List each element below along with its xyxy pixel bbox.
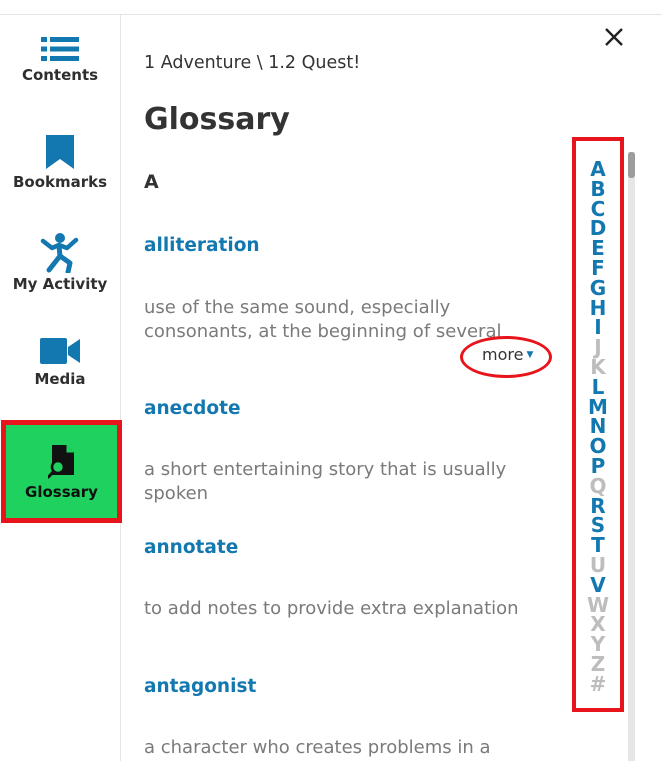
glossary-definition: a character who creates problems in a	[144, 737, 491, 758]
glossary-search-icon	[47, 445, 74, 479]
more-button[interactable]: more ▼	[482, 345, 533, 364]
activity-person-icon	[40, 233, 79, 273]
scrollbar-thumb[interactable]	[628, 152, 635, 178]
glossary-definition: to add notes to provide extra explanatio…	[144, 598, 519, 619]
sidebar-item-glossary[interactable]: Glossary	[1, 420, 122, 523]
sidebar: Contents Bookmarks My Activity Media Glo…	[0, 15, 122, 761]
breadcrumb: 1 Adventure \ 1.2 Quest!	[144, 53, 361, 73]
glossary-definition: use of the same sound, especially conson…	[144, 297, 502, 342]
sidebar-item-label: Media	[34, 370, 86, 388]
video-camera-icon	[40, 338, 80, 364]
sidebar-item-bookmarks[interactable]: Bookmarks	[0, 135, 120, 191]
sidebar-item-label: Contents	[21, 66, 99, 84]
sidebar-item-contents[interactable]: Contents	[0, 37, 120, 84]
sidebar-item-label: Glossary	[25, 483, 98, 501]
more-label: more	[482, 345, 524, 364]
close-icon	[605, 28, 623, 46]
sidebar-item-media[interactable]: Media	[0, 338, 120, 388]
sidebar-item-my-activity[interactable]: My Activity	[0, 231, 120, 293]
glossary-term-alliteration[interactable]: alliteration	[144, 235, 260, 256]
glossary-term-antagonist[interactable]: antagonist	[144, 676, 256, 697]
bookmark-icon	[46, 135, 74, 169]
sidebar-item-label: My Activity	[12, 275, 108, 293]
list-icon	[41, 37, 79, 61]
close-button[interactable]	[601, 24, 627, 50]
scrollbar-track[interactable]	[628, 152, 635, 761]
alphabet-index: A B C D E F G H I J K L M N O P Q R S T …	[576, 159, 620, 696]
glossary-term-anecdote[interactable]: anecdote	[144, 398, 241, 419]
glossary-term-annotate[interactable]: annotate	[144, 537, 238, 558]
glossary-letter-heading: A	[144, 171, 159, 193]
caret-down-icon: ▼	[526, 350, 534, 360]
sidebar-item-label: Bookmarks	[12, 173, 108, 191]
page-title: Glossary	[144, 102, 290, 137]
alphabet-letter: #	[589, 671, 607, 696]
glossary-definition: a short entertaining story that is usual…	[144, 459, 507, 504]
